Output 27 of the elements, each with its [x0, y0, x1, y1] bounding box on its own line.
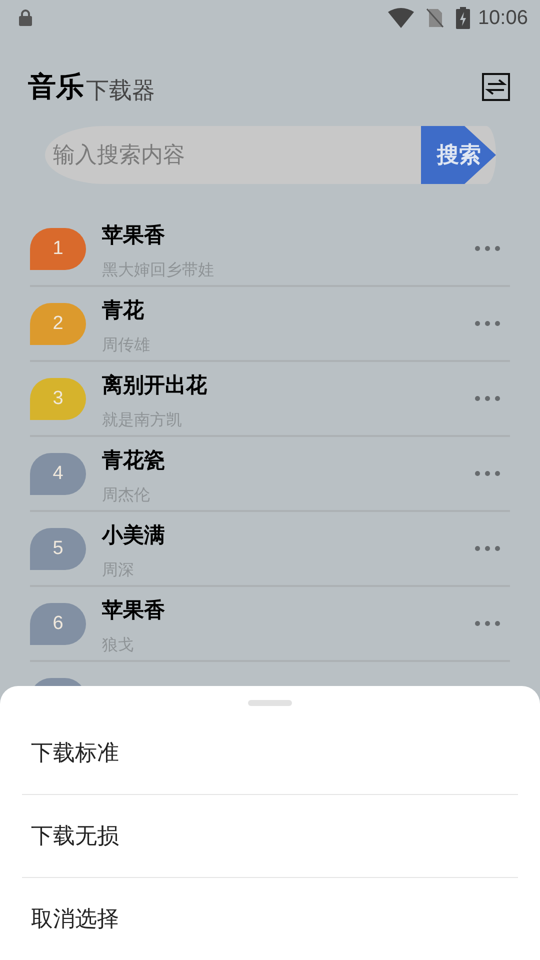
swap-button[interactable]: [482, 72, 512, 102]
song-title: 苹果香: [102, 222, 166, 249]
no-sim-icon: [426, 8, 444, 28]
rank-badge: 4: [30, 452, 86, 494]
search-field[interactable]: 输入搜索内容 搜索: [45, 126, 496, 184]
app-title: 音乐: [28, 69, 84, 105]
drag-handle[interactable]: [248, 700, 292, 706]
lock-icon: [18, 9, 33, 27]
song-title: 小美满: [102, 522, 166, 549]
sheet-option[interactable]: 下载标准: [0, 712, 540, 794]
wifi-icon: [388, 8, 414, 28]
sheet-option[interactable]: 下载无损: [0, 795, 540, 877]
song-title: 青花: [102, 297, 145, 324]
app-subtitle: 下载器: [86, 76, 155, 106]
rank-badge: 3: [30, 378, 86, 420]
battery-charging-icon: [456, 7, 470, 29]
song-title: 离别开出花: [102, 372, 208, 399]
search-button[interactable]: 搜索: [421, 126, 496, 184]
clock-time: 10:06: [478, 6, 528, 30]
rank-badge: 1: [30, 228, 86, 270]
rank-badge: 2: [30, 302, 86, 344]
rank-badge: 6: [30, 602, 86, 644]
sheet-option[interactable]: 取消选择: [0, 878, 540, 960]
song-title: 苹果香: [102, 597, 166, 624]
song-title: 青花瓷: [102, 447, 166, 474]
swap-icon: [482, 73, 510, 101]
rank-badge: 5: [30, 528, 86, 570]
